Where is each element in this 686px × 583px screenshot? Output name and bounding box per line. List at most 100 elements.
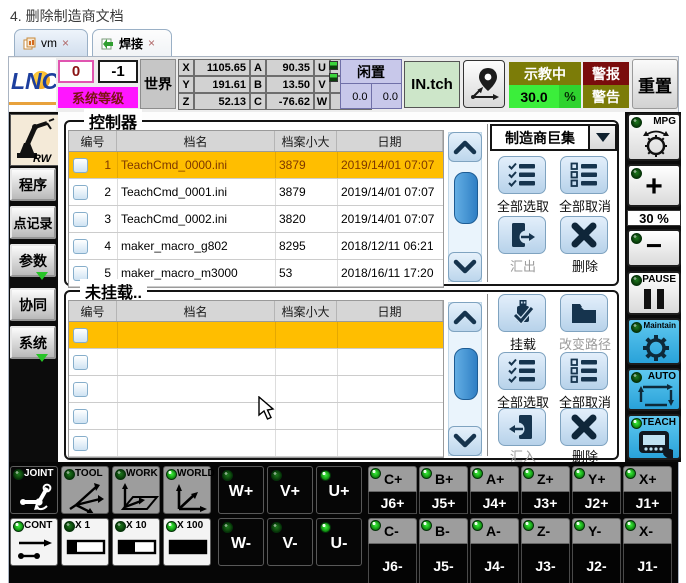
mode-badge: 示教中 [509,62,581,85]
maintain-button[interactable]: Maintain [627,318,681,365]
speed-plus-button[interactable]: + [627,164,681,207]
scrollbar-thumb[interactable] [454,348,478,400]
mpg-button[interactable]: MPG [627,113,681,161]
delete-x-icon [570,413,598,441]
jog-step-x100-button[interactable]: X 100 [163,518,211,566]
jog-mode-work-button[interactable]: WORK [112,466,160,514]
sidebar-item-program[interactable]: 程序 [10,168,56,201]
warning-badge[interactable]: 警告 [583,85,629,108]
robot-logo-button[interactable]: RW [10,114,59,166]
file-group-dropdown[interactable]: 制造商巨集 [490,124,617,151]
jog-mode-tool-button[interactable]: TOOL [61,466,109,514]
row-checkbox[interactable] [73,212,88,227]
table-row[interactable]: 2 TeachCmd_0001.ini 3879 2019/14/01 07:0… [69,179,443,206]
jog-y-plus-button[interactable]: Y+ J2+ [572,466,621,514]
jog-a-plus-button[interactable]: A+ J4+ [470,466,519,514]
row-checkbox[interactable] [73,158,88,173]
jog-x-minus-button[interactable]: X- J1- [623,518,672,583]
jog-u-minus-button[interactable]: U- [316,518,362,566]
row-checkbox[interactable] [73,382,88,397]
unchecked-list-icon [569,161,599,189]
position-pin-button[interactable] [463,60,505,108]
dropdown-arrow-icon[interactable] [588,126,615,149]
row-checkbox[interactable] [73,436,88,451]
scroll-up-button[interactable] [448,302,482,332]
controller-file-table: 编号 档名 档案小大 日期 1 TeachCmd_0000.ini 3879 2… [68,130,444,288]
mpg-led [631,117,642,128]
jog-step-x10-button[interactable]: X 10 [112,518,160,566]
table-header: 编号 档名 档案小大 日期 [69,131,443,152]
export-button[interactable] [498,216,546,254]
reset-button[interactable]: 重置 [632,59,678,109]
select-all-button[interactable] [498,156,546,194]
tab-weld[interactable]: 焊接 × [92,29,172,56]
axis-value: 90.35 [266,59,314,76]
jog-w-plus-button[interactable]: W+ [218,466,264,514]
jog-y-minus-button[interactable]: Y- J2- [572,518,621,583]
select-all-button[interactable] [498,352,546,390]
deselect-all-button[interactable] [560,352,608,390]
speed-minus-button[interactable]: − [627,229,681,267]
axis-value: -76.62 [266,93,314,110]
jog-v-plus-button[interactable]: V+ [267,466,313,514]
chevron-up-icon [453,139,477,155]
sidebar-item-points[interactable]: 点记录 [10,206,56,239]
chevron-down-icon [453,433,477,449]
scroll-up-button[interactable] [448,132,482,162]
tab-vm[interactable]: vm × [14,29,88,56]
jog-mode-joint-button[interactable]: JOINT [10,466,58,514]
row-checkbox[interactable] [73,355,88,370]
program-name: IN.tch [404,61,460,108]
pause-button[interactable]: PAUSE [627,271,681,315]
jog-c-minus-button[interactable]: C- J6- [368,518,417,583]
jog-step-cont-button[interactable]: CONT [10,518,58,566]
jog-a-minus-button[interactable]: A- J4- [470,518,519,583]
sidebar-item-coop[interactable]: 协同 [10,288,56,321]
jog-mode-world-button[interactable]: WORLD [163,466,211,514]
auto-button[interactable]: AUTO [627,368,681,411]
jog-v-minus-button[interactable]: V- [267,518,313,566]
jog-w-minus-button[interactable]: W- [218,518,264,566]
change-path-button[interactable] [560,294,608,332]
table-row[interactable]: 3 TeachCmd_0002.ini 3820 2019/14/01 07:0… [69,206,443,233]
import-button[interactable] [498,408,546,446]
jog-b-plus-button[interactable]: B+ J5+ [419,466,468,514]
machine-state-box: 闲置 0.0 0.0 [340,59,402,109]
jog-c-plus-button[interactable]: C+ J6+ [368,466,417,514]
jog-step-x1-button[interactable]: X 1 [61,518,109,566]
jog-z-minus-button[interactable]: Z- J3- [521,518,570,583]
export-icon [507,221,537,249]
table-row[interactable] [69,349,443,376]
scroll-down-button[interactable] [448,252,482,282]
row-checkbox[interactable] [73,239,88,254]
teach-button[interactable]: TEACH [627,414,681,460]
alarm-badge[interactable]: 警报 [583,62,629,85]
deselect-all-button[interactable] [560,156,608,194]
delete-button[interactable] [560,408,608,446]
table-row[interactable]: 4 maker_macro_g802 8295 2018/12/11 06:21 [69,233,443,260]
delete-button[interactable] [560,216,608,254]
sidebar-item-system[interactable]: 系统 [10,326,56,359]
auto-label: AUTO [648,371,676,382]
sidebar-item-params[interactable]: 参数 [10,244,56,277]
pause-label: PAUSE [642,274,676,285]
jog-z-plus-button[interactable]: Z+ J3+ [521,466,570,514]
col-date: 日期 [337,301,443,321]
row-checkbox[interactable] [73,328,88,343]
jog-b-minus-button[interactable]: B- J5- [419,518,468,583]
mount-button[interactable] [498,294,546,332]
table-row[interactable] [69,430,443,457]
row-checkbox[interactable] [73,409,88,424]
jog-x-plus-button[interactable]: X+ J1+ [623,466,672,514]
axis-label: V [314,76,330,93]
row-checkbox[interactable] [73,185,88,200]
table-row[interactable] [69,322,443,349]
tab-vm-close-icon[interactable]: × [62,36,69,50]
coord-frame-label[interactable]: 世界 [140,59,176,109]
jog-u-plus-button[interactable]: U+ [316,466,362,514]
scrollbar-thumb[interactable] [454,172,478,224]
tab-weld-close-icon[interactable]: × [148,36,155,50]
state-value-2: 0.0 [372,84,402,109]
table-row[interactable]: 1 TeachCmd_0000.ini 3879 2019/14/01 07:0… [69,152,443,179]
scroll-down-button[interactable] [448,426,482,456]
